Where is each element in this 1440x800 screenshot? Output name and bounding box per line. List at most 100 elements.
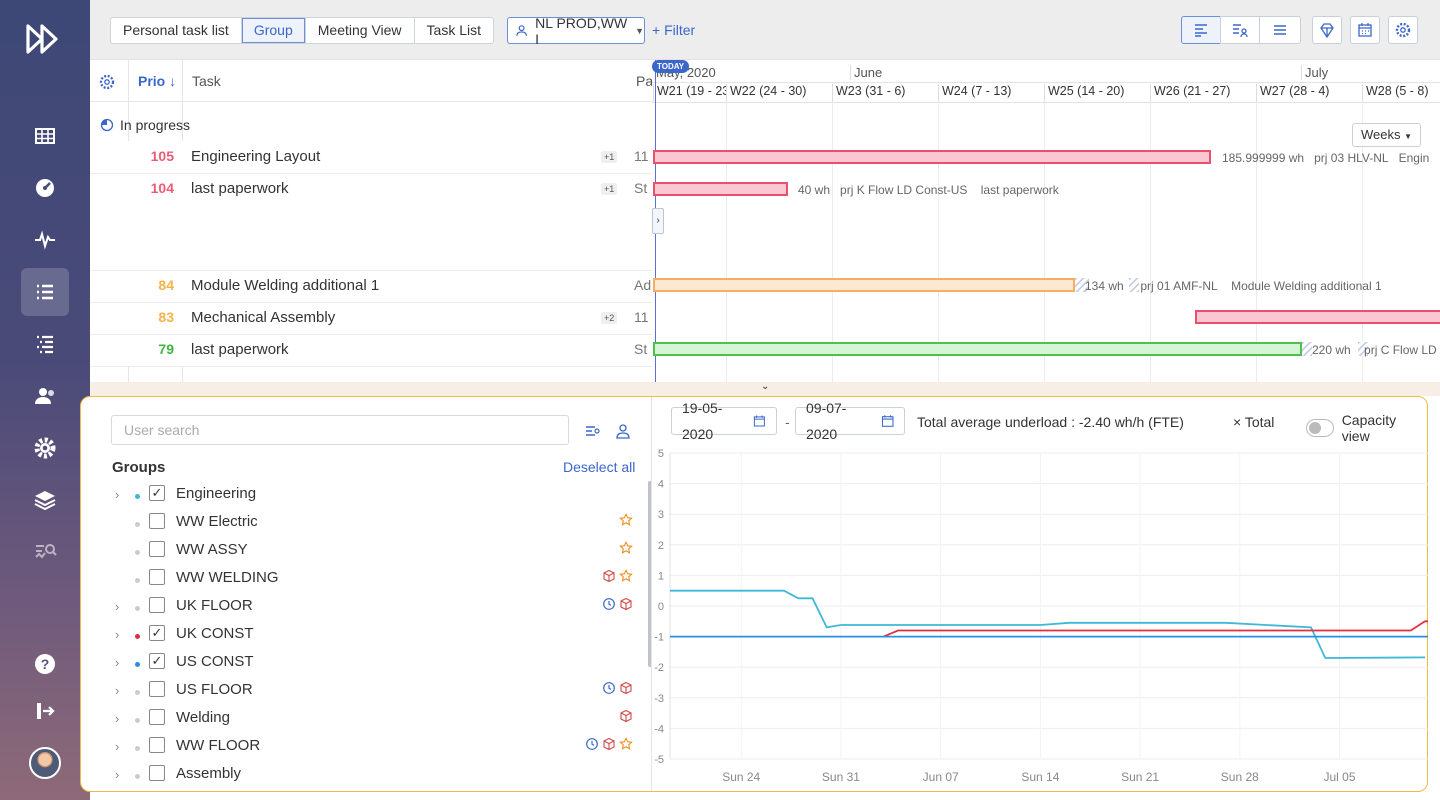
group-checkbox[interactable]: ✓: [149, 653, 165, 669]
task-name: Engineering Layout: [191, 148, 321, 165]
tab-meeting-view[interactable]: Meeting View: [306, 18, 415, 43]
nav-checklist-icon[interactable]: [21, 320, 69, 368]
capacity-view-toggle[interactable]: Capacity view: [1306, 412, 1427, 444]
prio-column-header[interactable]: Prio ↓: [138, 73, 176, 89]
clock-icon: [603, 598, 615, 610]
group-item[interactable]: WW Electric: [111, 511, 633, 539]
assignee-count-badge: +1: [601, 183, 618, 195]
task-row[interactable]: 105 Engineering Layout +1 11: [90, 141, 652, 174]
gantt-bar[interactable]: [1195, 310, 1440, 324]
chevron-right-icon[interactable]: ›: [115, 627, 119, 642]
help-icon[interactable]: ?: [21, 640, 69, 688]
group-label: Engineering: [176, 485, 257, 502]
status-group-header[interactable]: In progress: [100, 117, 190, 133]
group-item[interactable]: › Welding: [111, 707, 633, 735]
view-settings-button[interactable]: [1388, 16, 1418, 44]
group-users-icon: [516, 24, 527, 36]
avatar[interactable]: [29, 747, 61, 779]
gantt-bar[interactable]: [653, 342, 1302, 356]
chevron-right-icon[interactable]: ›: [115, 599, 119, 614]
group-color-dot: [135, 606, 140, 611]
assignee-count-badge: +2: [601, 312, 618, 324]
calendar-button[interactable]: [1350, 16, 1380, 44]
total-toggle[interactable]: × Total: [1233, 414, 1274, 430]
nav-layers-icon[interactable]: [21, 476, 69, 524]
group-checkbox[interactable]: [149, 513, 165, 529]
deselect-all-link[interactable]: Deselect all: [563, 459, 635, 475]
task-column-header[interactable]: Task: [192, 73, 221, 89]
chevron-right-icon[interactable]: ›: [115, 767, 119, 782]
logout-icon[interactable]: [21, 687, 69, 735]
group-label: US CONST: [176, 653, 254, 670]
gantt-bar-label: 220 wh prj C Flow LD: [1312, 343, 1437, 357]
group-checkbox[interactable]: [149, 737, 165, 753]
group-item[interactable]: › ✓ Engineering: [111, 483, 633, 511]
chevron-right-icon[interactable]: ›: [115, 711, 119, 726]
group-checkbox[interactable]: [149, 541, 165, 557]
task-name: Module Welding additional 1: [191, 277, 380, 294]
user-list-view-button[interactable]: [1220, 16, 1260, 44]
date-from-input[interactable]: 19-05-2020: [671, 400, 777, 442]
nav-task-list-icon[interactable]: [21, 268, 69, 316]
task-row[interactable]: 79 last paperwork St: [90, 335, 652, 367]
sort-list-icon[interactable]: [584, 423, 600, 439]
filter-button[interactable]: + Filter: [652, 22, 695, 38]
month-label: July: [1301, 65, 1328, 80]
group-checkbox[interactable]: [149, 597, 165, 613]
star-icon: [619, 513, 633, 526]
group-item[interactable]: WW ASSY: [111, 539, 633, 567]
task-row[interactable]: 84 Module Welding additional 1 Ad: [90, 271, 652, 303]
group-item[interactable]: › US FLOOR: [111, 679, 633, 707]
chevron-right-icon[interactable]: ›: [115, 655, 119, 670]
group-checkbox[interactable]: ✓: [149, 485, 165, 501]
cube-icon: [620, 681, 632, 695]
group-item[interactable]: › ✓ UK CONST: [111, 623, 633, 651]
nav-dashboard-icon[interactable]: [21, 164, 69, 212]
nav-analytics-icon[interactable]: [21, 528, 69, 576]
chevron-right-icon[interactable]: ›: [115, 739, 119, 754]
column-settings-icon[interactable]: [98, 73, 116, 91]
panel-splitter[interactable]: ⌄: [90, 381, 1440, 396]
y-tick-label: -5: [654, 754, 664, 766]
task-row[interactable]: 83 Mechanical Assembly +2 11: [90, 303, 652, 335]
nav-users-icon[interactable]: [21, 372, 69, 420]
group-item[interactable]: › UK FLOOR: [111, 595, 633, 623]
group-item[interactable]: › WW FLOOR: [111, 735, 633, 763]
gantt-bar[interactable]: [653, 150, 1211, 164]
group-checkbox[interactable]: [149, 569, 165, 585]
user-search-input[interactable]: User search: [111, 415, 569, 445]
task-row[interactable]: 104 last paperwork +1 St: [90, 174, 652, 271]
collapse-toggle[interactable]: ›: [652, 208, 664, 234]
milestone-button[interactable]: [1312, 16, 1342, 44]
task-prio: 104: [150, 180, 174, 196]
progress-pie-icon: [100, 118, 114, 132]
group-item[interactable]: WW WELDING: [111, 567, 633, 595]
group-selector[interactable]: NL PROD,WW I ▼: [507, 15, 645, 47]
group-checkbox[interactable]: [149, 681, 165, 697]
align-left-view-button[interactable]: [1181, 16, 1221, 44]
toggle-switch[interactable]: [1306, 419, 1334, 437]
pa-column-header[interactable]: Pa: [636, 73, 653, 89]
tab-task-list[interactable]: Task List: [415, 18, 493, 43]
cube-icon: [603, 737, 615, 751]
nav-activity-icon[interactable]: [21, 216, 69, 264]
list-view-button[interactable]: [1259, 16, 1301, 44]
nav-settings-icon[interactable]: [21, 424, 69, 472]
gantt-bar[interactable]: [653, 278, 1075, 292]
date-to-input[interactable]: 09-07-2020: [795, 400, 905, 442]
logo-icon[interactable]: [24, 22, 64, 56]
nav-table-icon[interactable]: [21, 112, 69, 160]
user-icon[interactable]: [615, 423, 631, 439]
gantt-bar-label: 185.999999 wh prj 03 HLV-NL Engin: [1222, 151, 1430, 165]
tab-group[interactable]: Group: [241, 18, 306, 43]
group-checkbox[interactable]: [149, 765, 165, 781]
group-checkbox[interactable]: ✓: [149, 625, 165, 641]
group-checkbox[interactable]: [149, 709, 165, 725]
tab-personal-task-list[interactable]: Personal task list: [111, 18, 242, 43]
chevron-right-icon[interactable]: ›: [115, 683, 119, 698]
gantt-bar[interactable]: [653, 182, 788, 196]
chevron-right-icon[interactable]: ›: [115, 487, 119, 502]
timescale-dropdown[interactable]: Weeks ▼: [1352, 123, 1422, 147]
group-item[interactable]: › Assembly: [111, 763, 633, 791]
group-item[interactable]: › ✓ US CONST: [111, 651, 633, 679]
